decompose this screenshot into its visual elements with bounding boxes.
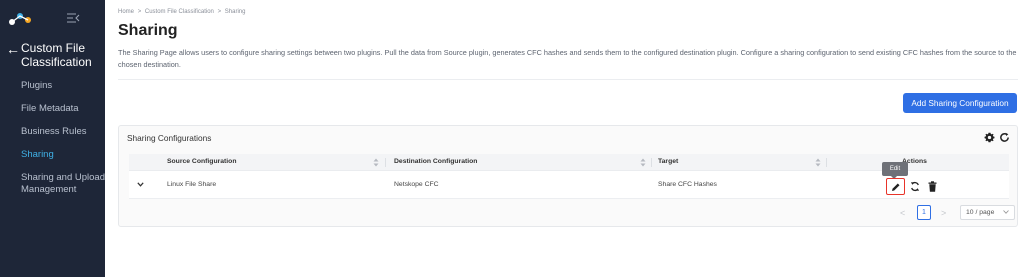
sidebar-section-title: Custom File Classification <box>21 41 92 69</box>
column-separator <box>651 158 652 167</box>
pencil-icon <box>892 183 900 191</box>
sync-icon[interactable] <box>910 181 920 192</box>
chevron-down-icon <box>1003 210 1009 214</box>
table-header: Source Configuration Destination Configu… <box>129 154 1009 171</box>
collapse-sidebar-icon[interactable] <box>66 11 80 25</box>
pagination-prev-icon[interactable]: < <box>900 208 905 218</box>
breadcrumb-separator: > <box>137 9 142 15</box>
cell-source: Linux File Share <box>167 181 217 188</box>
sort-icon[interactable] <box>640 158 646 167</box>
breadcrumb-current: Sharing <box>224 9 246 15</box>
edit-button[interactable] <box>886 178 905 195</box>
sort-icon[interactable] <box>373 158 379 167</box>
sidebar-item-business-rules[interactable]: Business Rules <box>21 126 105 138</box>
sidebar-item-sharing-upload-management[interactable]: Sharing and Upload Management <box>21 172 105 196</box>
edit-tooltip: Edit <box>882 162 908 176</box>
sort-icon[interactable] <box>815 158 821 167</box>
gear-icon[interactable] <box>984 132 995 143</box>
netskope-logo-icon[interactable] <box>8 12 32 26</box>
sidebar-item-plugins[interactable]: Plugins <box>21 80 105 92</box>
divider <box>118 79 1018 80</box>
cell-destination: Netskope CFC <box>394 181 439 188</box>
breadcrumb-home[interactable]: Home <box>118 9 134 15</box>
column-header-destination: Destination Configuration <box>394 158 478 165</box>
breadcrumb-parent[interactable]: Custom File Classification <box>145 9 214 15</box>
pagination-page-button[interactable]: 1 <box>917 205 931 220</box>
sidebar-item-sharing[interactable]: Sharing <box>21 149 105 161</box>
page-description: The Sharing Page allows users to configu… <box>118 48 1017 69</box>
main-content: Home > Custom File Classification > Shar… <box>105 0 1024 277</box>
page-title: Sharing <box>118 22 178 39</box>
trash-icon[interactable] <box>928 181 937 192</box>
card-header: Sharing Configurations <box>119 126 1017 149</box>
column-header-source: Source Configuration <box>167 158 237 165</box>
table-row[interactable]: Linux File Share Netskope CFC Share CFC … <box>129 171 1009 199</box>
sidebar: ← Custom File Classification Plugins Fil… <box>0 0 105 277</box>
column-header-target: Target <box>658 158 679 165</box>
back-arrow-icon[interactable]: ← <box>6 42 20 56</box>
app-root: ← Custom File Classification Plugins Fil… <box>0 0 1024 277</box>
add-sharing-configuration-button[interactable]: Add Sharing Configuration <box>903 93 1017 113</box>
column-separator <box>826 158 827 167</box>
pagination-next-icon[interactable]: > <box>941 208 946 218</box>
sidebar-item-file-metadata[interactable]: File Metadata <box>21 103 105 115</box>
breadcrumb: Home > Custom File Classification > Shar… <box>118 9 247 15</box>
cell-target: Share CFC Hashes <box>658 181 717 188</box>
breadcrumb-separator: > <box>217 9 222 15</box>
card-title: Sharing Configurations <box>127 133 212 143</box>
refresh-icon[interactable] <box>999 132 1010 143</box>
chevron-down-icon[interactable] <box>137 182 144 187</box>
sharing-configurations-card: Sharing Configurations Source Configurat… <box>118 125 1018 227</box>
column-separator <box>385 158 386 167</box>
